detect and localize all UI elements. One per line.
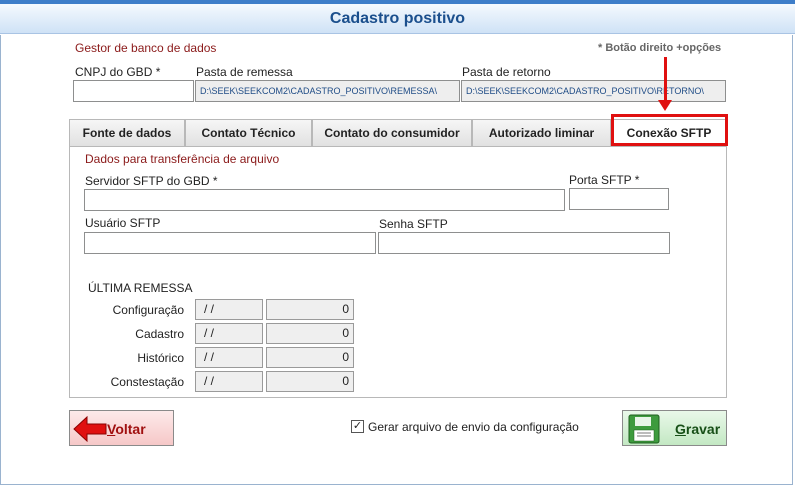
password-label: Senha SFTP <box>379 217 448 231</box>
ultima-remessa-title: ÚLTIMA REMESSA <box>88 281 193 295</box>
save-button[interactable]: Gravar <box>622 410 727 446</box>
retorno-path-field[interactable]: D:\SEEK\SEEKCOM2\CADASTRO_POSITIVO\RETOR… <box>461 80 726 102</box>
port-input[interactable] <box>569 188 669 210</box>
user-input[interactable] <box>84 232 376 254</box>
contestacao-count: 0 <box>266 371 354 392</box>
historico-count: 0 <box>266 347 354 368</box>
generate-file-label: Gerar arquivo de envio da configuração <box>368 420 579 434</box>
save-label: ravar <box>685 421 721 437</box>
cnpj-field[interactable] <box>73 80 194 102</box>
contestacao-date: / / <box>195 371 263 392</box>
back-button[interactable]: Voltar <box>69 410 174 446</box>
sftp-section-label: Dados para transferência de arquivo <box>85 152 280 166</box>
right-click-hint: * Botão direito +opções <box>598 42 722 54</box>
tab-contato-tecnico[interactable]: Contato Técnico <box>185 119 312 146</box>
cadastro-count: 0 <box>266 323 354 344</box>
configuracao-date: / / <box>195 299 263 320</box>
configuracao-count: 0 <box>266 299 354 320</box>
save-mnemonic: G <box>675 421 686 437</box>
tab-contato-consumidor[interactable]: Contato do consumidor <box>312 119 472 146</box>
annotation-highlight-box <box>611 114 728 146</box>
user-label: Usuário SFTP <box>85 216 161 230</box>
cnpj-label: CNPJ do GBD * <box>75 65 161 79</box>
gbd-section-label: Gestor de banco de dados <box>75 41 217 55</box>
title-bar: Cadastro positivo <box>0 4 795 34</box>
retorno-label: Pasta de retorno <box>462 65 551 79</box>
row-label-configuracao: Configuração <box>112 303 184 317</box>
check-icon: ✓ <box>352 420 363 432</box>
back-arrow-icon <box>73 416 107 442</box>
port-label: Porta SFTP * <box>569 173 640 187</box>
row-label-cadastro: Cadastro <box>135 327 184 341</box>
tab-fonte-de-dados[interactable]: Fonte de dados <box>69 119 185 146</box>
annotation-arrow-head <box>658 100 672 111</box>
cadastro-date: / / <box>195 323 263 344</box>
server-label: Servidor SFTP do GBD * <box>85 174 218 188</box>
remessa-path-value: D:\SEEK\SEEKCOM2\CADASTRO_POSITIVO\REMES… <box>200 86 438 96</box>
retorno-path-value: D:\SEEK\SEEKCOM2\CADASTRO_POSITIVO\RETOR… <box>466 86 704 96</box>
server-input[interactable] <box>84 189 565 211</box>
tab-autorizado-liminar[interactable]: Autorizado liminar <box>472 119 611 146</box>
row-label-contestacao: Constestação <box>110 375 184 389</box>
remessa-label: Pasta de remessa <box>196 65 293 79</box>
remessa-path-field[interactable]: D:\SEEK\SEEKCOM2\CADASTRO_POSITIVO\REMES… <box>195 80 460 102</box>
back-label: oltar <box>115 421 146 437</box>
annotation-arrow-line <box>664 57 667 103</box>
generate-file-checkbox[interactable]: ✓ <box>351 420 364 433</box>
password-input[interactable] <box>378 232 670 254</box>
row-label-historico: Histórico <box>137 351 184 365</box>
floppy-disk-icon <box>628 414 660 444</box>
window-title: Cadastro positivo <box>329 10 466 27</box>
historico-date: / / <box>195 347 263 368</box>
